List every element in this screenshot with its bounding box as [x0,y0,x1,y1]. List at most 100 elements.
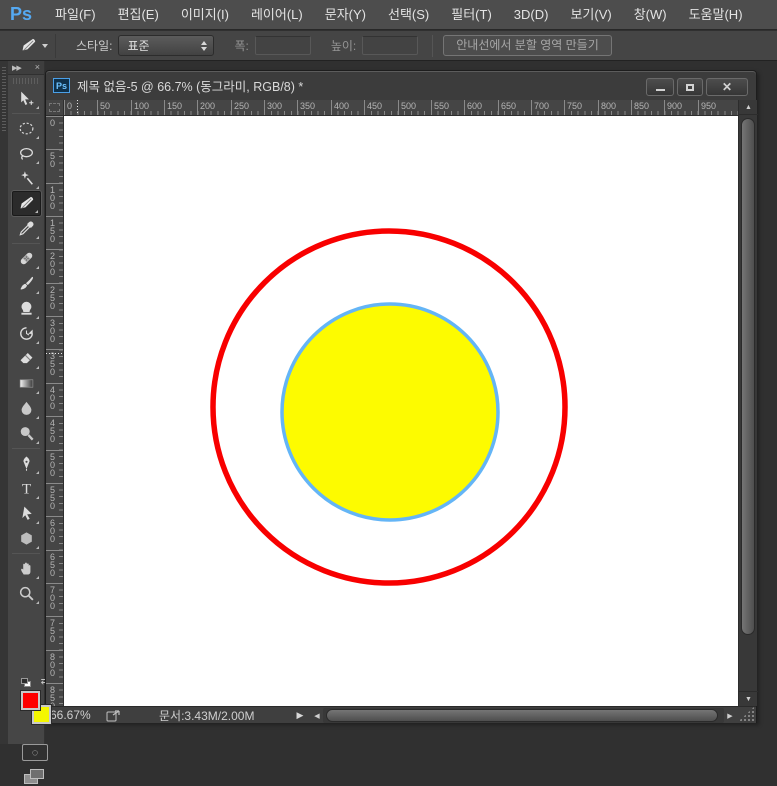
tool-separator [12,243,40,244]
gradient-tool[interactable] [12,371,41,396]
hand-icon [20,562,30,575]
document-size-info: 문서:3.43M/2.00M [159,708,255,723]
default-colors-icon[interactable] [21,678,32,688]
path-selection-tool[interactable] [12,501,41,526]
close-panel-icon[interactable]: × [35,63,40,72]
vertical-scrollbar[interactable]: ▲ ▼ [738,100,758,706]
eyedropper-tool[interactable] [12,216,41,241]
collapse-panel-icon[interactable]: ▶▶ [12,64,22,72]
ruler-tick [46,183,63,184]
tool-list: T [8,86,44,606]
status-menu-arrow-icon[interactable]: ▶ [296,710,303,721]
minimize-button[interactable] [646,78,674,96]
menu-bar: Ps 파일(F) 편집(E) 이미지(I) 레이어(L) 문자(Y) 선택(S) 필터(T)… [0,0,777,30]
horizontal-ruler[interactable]: 0 50 100 150 200 250 300 350 400 450 500 550 600 650 7… [64,100,738,116]
document-tab[interactable]: Ps 제목 없음-5 @ 66.7% (동그라미, RGB/8) * ✕ [46,71,756,100]
dodge-tool[interactable] [12,421,41,446]
ruler-tick [564,100,565,115]
ruler-origin-box[interactable] [46,100,64,116]
scroll-right-icon[interactable]: ▶ [724,712,736,720]
pen-tool[interactable] [12,451,41,476]
horizontal-scrollbar[interactable]: ◀ ▶ [311,707,756,724]
vertical-ruler[interactable]: 0 50 100 150 200 250 300 350 400 450 500 550 600 650 7… [46,116,64,706]
hand-tool[interactable] [12,556,41,581]
scroll-down-icon[interactable]: ▼ [739,691,758,706]
dock-grip[interactable] [2,67,6,131]
height-field [362,36,419,55]
screen-mode-button[interactable] [22,768,48,786]
scroll-left-icon[interactable]: ◀ [311,712,323,720]
zoom-level-field[interactable]: 66.67% [50,708,102,722]
ruler-tick [46,450,63,451]
quick-mask-mode-button[interactable]: ◌ [22,744,48,761]
share-export-icon[interactable] [106,709,121,722]
horizontal-scroll-track[interactable] [323,708,724,723]
menu-item[interactable]: 편집(E) [107,0,170,29]
status-bar: 66.67% 문서:3.43M/2.00M ▶ ◀ ▶ [46,706,756,723]
minimize-icon [655,89,665,91]
path-selection-icon [21,506,32,520]
ruler-label: 100 [134,101,150,111]
menu-item[interactable]: 파일(F) [44,0,107,29]
ruler-tick [197,100,198,115]
menu-item[interactable]: 이미지(I) [170,0,240,29]
eraser-tool[interactable] [12,346,41,371]
menu-item[interactable]: 필터(T) [440,0,503,29]
move-tool[interactable] [12,86,41,111]
magic-wand-icon [20,171,33,185]
ruler-label: 250 [50,285,56,311]
shape-tool[interactable] [12,526,41,551]
slice-tool[interactable] [11,191,41,216]
menu-item[interactable]: 창(W) [623,0,678,29]
vertical-scroll-thumb[interactable] [741,118,755,635]
style-select[interactable]: 표준 [118,35,215,56]
menu-item[interactable]: 레이어(L) [240,0,314,29]
clone-stamp-tool[interactable] [12,296,41,321]
ruler-tick [664,100,665,115]
ruler-tick [46,216,63,217]
ruler-label: 850 [634,101,650,111]
history-brush-icon [19,327,33,340]
ruler-label: 500 [50,452,56,478]
history-brush-tool[interactable] [12,321,41,346]
healing-brush-tool[interactable] [12,246,41,271]
ruler-label: 550 [50,485,56,511]
maximize-button[interactable] [677,78,703,96]
ruler-tick [46,616,63,617]
healing-brush-icon [20,252,32,265]
elliptical-marquee-tool[interactable] [12,116,41,141]
tool-options-bar: 스타일: 표준 폭: 높이: 안내선에서 분할 영역 만들기 [0,31,777,61]
horizontal-scroll-thumb[interactable] [326,709,718,722]
ruler-tick [46,383,63,384]
ruler-tick [398,100,399,115]
foreground-color-swatch[interactable] [20,690,41,711]
zoom-tool[interactable] [12,581,41,606]
panel-grip[interactable] [13,78,39,84]
ruler-tick [264,100,265,115]
canvas[interactable] [64,116,738,706]
menu-item[interactable]: 보기(V) [559,0,622,29]
ruler-tick [46,283,63,284]
document-ps-icon: Ps [53,78,70,93]
slice-icon [20,196,33,209]
close-button[interactable]: ✕ [706,78,748,96]
blur-tool[interactable] [12,396,41,421]
ruler-label: 0 [67,101,73,111]
menu-item[interactable]: 선택(S) [377,0,440,29]
scroll-up-icon[interactable]: ▲ [739,100,758,115]
width-label: 폭: [234,39,249,53]
ruler-tick [431,100,432,115]
lasso-tool[interactable] [12,141,41,166]
type-tool[interactable]: T [12,476,41,501]
ruler-tick [46,249,63,250]
brush-tool[interactable] [12,271,41,296]
gradient-icon [19,379,33,388]
ruler-tick [46,516,63,517]
slices-from-guides-button[interactable]: 안내선에서 분할 영역 만들기 [443,35,612,56]
menu-item[interactable]: 문자(Y) [314,0,377,29]
menu-item[interactable]: 도움말(H) [678,0,754,29]
slice-tool-icon [20,37,37,54]
menu-item[interactable]: 3D(D) [503,0,560,29]
tool-preset-picker[interactable] [12,33,56,58]
magic-wand-tool[interactable] [12,166,41,191]
